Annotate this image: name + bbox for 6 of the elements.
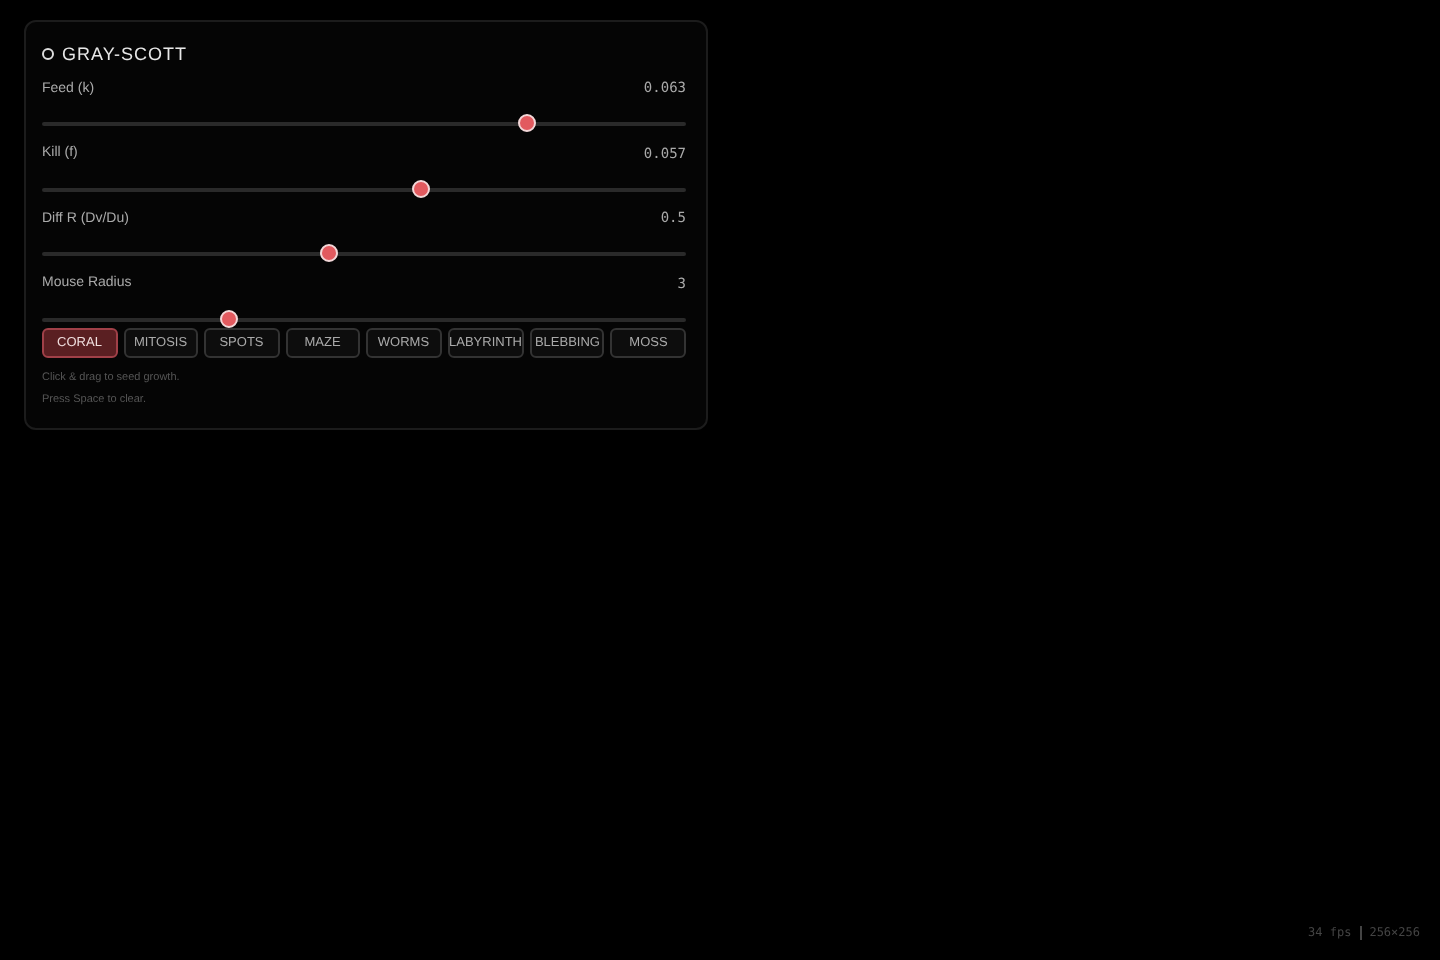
slider-thumb[interactable]	[411, 179, 430, 197]
slider-thumb[interactable]	[319, 244, 338, 262]
ring-icon	[42, 48, 54, 60]
slider-thumb[interactable]	[220, 309, 239, 327]
slider-thumb[interactable]	[517, 114, 535, 132]
panel-title: GRAY-SCOTT	[62, 44, 188, 64]
